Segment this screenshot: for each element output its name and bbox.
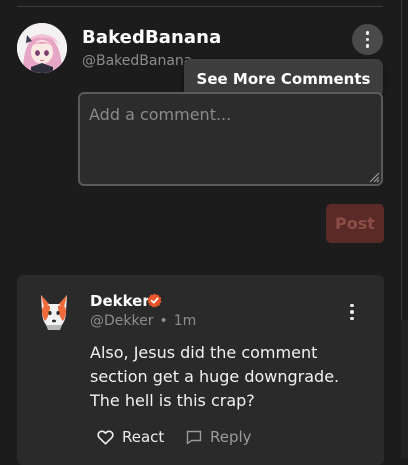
composer-username: BakedBanana (82, 27, 222, 48)
comment-time: 1m (173, 313, 197, 329)
post-button[interactable]: Post (326, 204, 384, 243)
comment-body: Also, Jesus did the comment section get … (90, 343, 340, 410)
composer-handle: @BakedBanana (82, 53, 193, 69)
react-label: React (122, 428, 165, 446)
top-divider (17, 6, 383, 7)
scroll-edge (401, 0, 402, 320)
comment-author[interactable]: Dekker (90, 292, 150, 310)
scroll-edge-lower (401, 320, 408, 458)
reply-label: Reply (210, 428, 252, 446)
fox-avatar[interactable] (36, 292, 72, 332)
reply-button[interactable]: Reply (186, 428, 252, 446)
meta-separator: • (159, 313, 168, 329)
comment-kebab-icon[interactable] (344, 302, 360, 322)
reply-icon (186, 430, 202, 444)
comment-handle: @Dekker (90, 313, 154, 329)
user-avatar[interactable] (17, 23, 67, 73)
heart-icon (97, 429, 114, 445)
comment-meta: @Dekker • 1m (90, 313, 196, 329)
react-button[interactable]: React (97, 428, 164, 446)
anime-avatar-image (17, 23, 67, 73)
comment-input[interactable] (78, 92, 383, 186)
resize-handle-icon[interactable] (369, 172, 380, 183)
verified-badge-icon (147, 293, 162, 308)
kebab-menu-icon[interactable] (352, 24, 383, 55)
